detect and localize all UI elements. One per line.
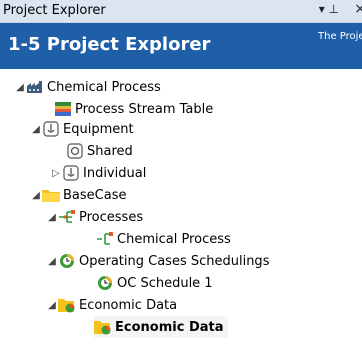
tree-item-economic-data-folder[interactable]: ◢ Economic Data [46, 294, 177, 316]
table-icon [54, 101, 72, 117]
panel-title: Project Explorer [3, 3, 106, 18]
tree-item-label: Processes [79, 209, 144, 225]
tree-item-chemical-process[interactable]: Chemical Process [96, 228, 231, 250]
tree-item-equipment[interactable]: ◢ Equipment [30, 118, 134, 140]
equipment-icon [62, 165, 80, 181]
tree-item-operating-cases-schedulings[interactable]: ◢ Operating Cases Schedulings [46, 250, 269, 272]
tree-item-individual[interactable]: ▷ Individual [50, 162, 146, 184]
tree-item-label: Economic Data [115, 319, 224, 335]
header-description: The Project [318, 31, 362, 42]
close-button[interactable]: × [354, 1, 362, 17]
factory-icon [26, 79, 44, 95]
tree-item-label: Equipment [63, 121, 134, 137]
tree-item-label: Economic Data [79, 297, 178, 313]
equipment-icon [42, 121, 60, 137]
folder-icon [42, 187, 60, 203]
expand-toggle[interactable]: ◢ [30, 124, 42, 135]
panel-header: 1-5 Project Explorer The Project [0, 23, 362, 69]
expand-toggle[interactable]: ◢ [46, 256, 58, 267]
folder-chart-icon [94, 319, 112, 335]
tree-item-shared[interactable]: Shared [66, 140, 133, 162]
tree-item-chemical-process-root[interactable]: ◢ Chemical Process [14, 76, 161, 98]
expand-toggle[interactable]: ◢ [46, 212, 58, 223]
expand-toggle[interactable]: ◢ [30, 190, 42, 201]
folder-chart-icon [58, 297, 76, 313]
expand-toggle[interactable]: ◢ [14, 82, 26, 93]
tree-item-label: Chemical Process [47, 79, 161, 95]
tree-item-processes[interactable]: ◢ Processes [46, 206, 143, 228]
panel-titlebar: Project Explorer ▾ ⊥ × [0, 0, 362, 23]
tree-item-economic-data[interactable]: Economic Data [94, 316, 228, 338]
schedule-icon [96, 275, 114, 291]
expand-toggle[interactable]: ▷ [50, 168, 62, 179]
expand-toggle[interactable]: ◢ [46, 300, 58, 311]
shared-icon [66, 143, 84, 159]
tree-item-label: Individual [83, 165, 147, 181]
tree-item-process-stream-table[interactable]: Process Stream Table [54, 98, 213, 120]
tree-item-label: Chemical Process [117, 231, 231, 247]
tree-item-label: Operating Cases Schedulings [79, 253, 270, 269]
tree-item-oc-schedule-1[interactable]: OC Schedule 1 [96, 272, 213, 294]
tree-item-label: Shared [87, 143, 133, 159]
process-icon [58, 209, 76, 225]
schedule-icon [58, 253, 76, 269]
tree-item-label: OC Schedule 1 [117, 275, 213, 291]
process-icon [96, 231, 114, 247]
pin-menu-button[interactable]: ▾ ⊥ [319, 2, 339, 16]
tree-item-label: Process Stream Table [75, 101, 214, 117]
header-title: 1-5 Project Explorer [8, 34, 211, 55]
tree-item-label: BaseCase [63, 187, 127, 203]
tree-item-basecase[interactable]: ◢ BaseCase [30, 184, 126, 206]
